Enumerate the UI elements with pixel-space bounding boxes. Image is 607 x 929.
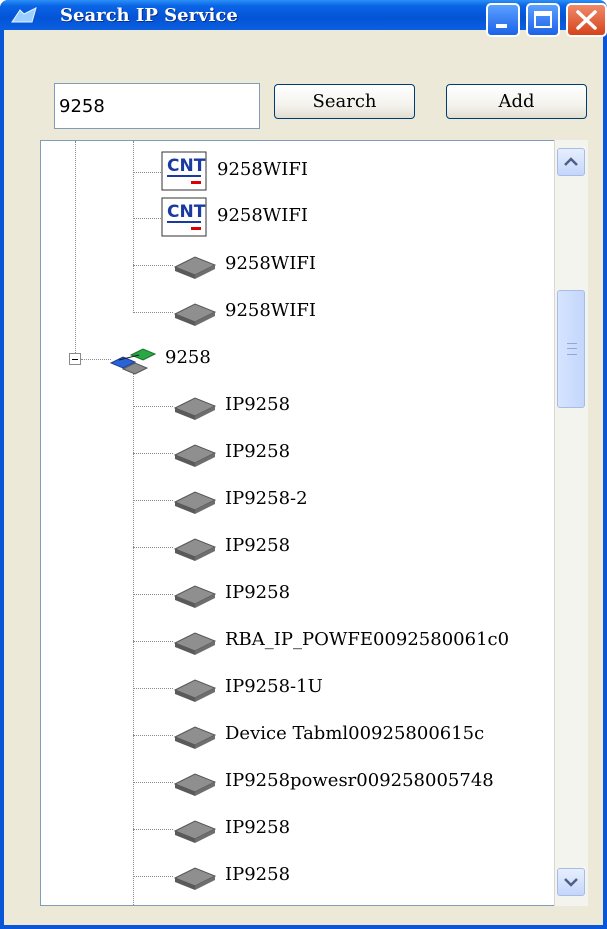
tree-item-label: 9258WIFI [217,159,309,180]
tree-line [133,782,173,783]
tree-item-label: IP9258 [225,535,291,556]
tree-item-label: IP9258 [225,394,291,415]
chevron-up-icon [564,157,578,166]
tree-group-label: 9258 [165,347,211,368]
ip-camera-icon [173,491,217,514]
title-bar[interactable]: Search IP Service [0,0,607,37]
close-icon [576,10,597,30]
tree-line [133,876,173,877]
device-tree[interactable]: CNT 9258WIFI CNT 9258WIFI 9258WIFI 9258W… [40,140,588,906]
tree-item-label: Device Tabml00925800615c [225,723,485,744]
tree-line [133,641,173,642]
tree-line [133,735,173,736]
chevron-down-icon [564,878,578,887]
tree-line [133,172,161,173]
vertical-scrollbar[interactable] [554,140,588,906]
tree-item[interactable]: IP9258 [171,856,551,896]
scroll-down-button[interactable] [557,868,585,896]
tree-item[interactable]: IP9258 [171,574,551,614]
tree-item-label: IP9258 [225,817,291,838]
ip-camera-icon [173,632,217,655]
ip-camera-icon [173,585,217,608]
svg-text:CNT: CNT [167,156,206,176]
tree-item[interactable]: IP9258 [171,527,551,567]
ip-camera-icon [173,256,217,279]
search-ip-service-window: Search IP Service Search Add CNT [0,0,607,929]
cnt-logo-icon: CNT [161,197,207,237]
ip-camera-icon [173,867,217,890]
tree-item-label: IP9258-1U [225,676,323,697]
grip-icon [567,343,577,355]
tree-item[interactable]: IP9258-1U [171,668,551,708]
tree-line [133,312,173,313]
search-button[interactable]: Search [274,84,415,119]
tree-item[interactable]: Device Tabml00925800615c [171,715,571,755]
ip-camera-icon [173,820,217,843]
tree-item-label: RBA_IP_POWFE0092580061c0 [225,629,510,650]
tree-line [133,688,173,689]
tree-line [133,218,161,219]
add-button[interactable]: Add [446,84,587,119]
tree-item[interactable]: CNT 9258WIFI [161,151,541,191]
close-button[interactable] [566,3,607,37]
tree-line [133,594,173,595]
tree-line [133,829,173,830]
cnt-logo-icon: CNT [161,151,207,191]
collapse-toggle[interactable] [69,353,81,365]
tree-line [81,359,111,360]
window-title: Search IP Service [60,5,238,26]
tree-item[interactable]: IP9258 [171,809,551,849]
tree-line [133,547,173,548]
app-logo-icon [11,7,37,23]
ip-camera-icon [173,397,217,420]
tree-item[interactable]: 9258WIFI [171,292,551,332]
network-group-icon [109,348,157,375]
tree-item[interactable]: IP9258powesr009258005748 [171,762,571,802]
tree-line [75,141,76,359]
ip-camera-icon [173,444,217,467]
tree-item[interactable]: IP9258 [171,433,551,473]
tree-item-label: 9258WIFI [225,253,317,274]
tree-item-label: IP9258 [225,864,291,885]
search-input[interactable] [54,83,260,129]
tree-item-label: IP9258 [225,582,291,603]
tree-item-label: IP9258powesr009258005748 [225,770,494,791]
tree-item[interactable]: CNT 9258WIFI [161,197,541,237]
ip-camera-icon [173,303,217,326]
tree-item[interactable]: 9258WIFI [171,245,551,285]
ip-camera-icon [173,679,217,702]
maximize-button[interactable] [526,3,560,37]
ip-camera-icon [173,773,217,796]
tree-item[interactable]: IP9258-2 [171,480,551,520]
scroll-up-button[interactable] [557,148,585,176]
maximize-icon [534,11,552,28]
tree-item-label: 9258WIFI [225,300,317,321]
minimize-button[interactable] [486,3,520,37]
scrollbar-thumb[interactable] [557,290,585,408]
tree-line [133,500,173,501]
tree-group[interactable]: 9258 [109,339,409,379]
tree-line [133,265,173,266]
tree-item[interactable]: RBA_IP_POWFE0092580061c0 [171,621,571,661]
tree-item-label: 9258WIFI [217,205,309,226]
tree-line [133,141,134,313]
tree-line [133,453,173,454]
tree-item[interactable]: IP9258 [171,386,551,426]
ip-camera-icon [173,726,217,749]
tree-item-label: IP9258-2 [225,488,308,509]
tree-line [133,406,173,407]
svg-text:CNT: CNT [167,202,206,222]
ip-camera-icon [173,538,217,561]
tree-item-label: IP9258 [225,441,291,462]
minimize-icon [496,24,507,28]
